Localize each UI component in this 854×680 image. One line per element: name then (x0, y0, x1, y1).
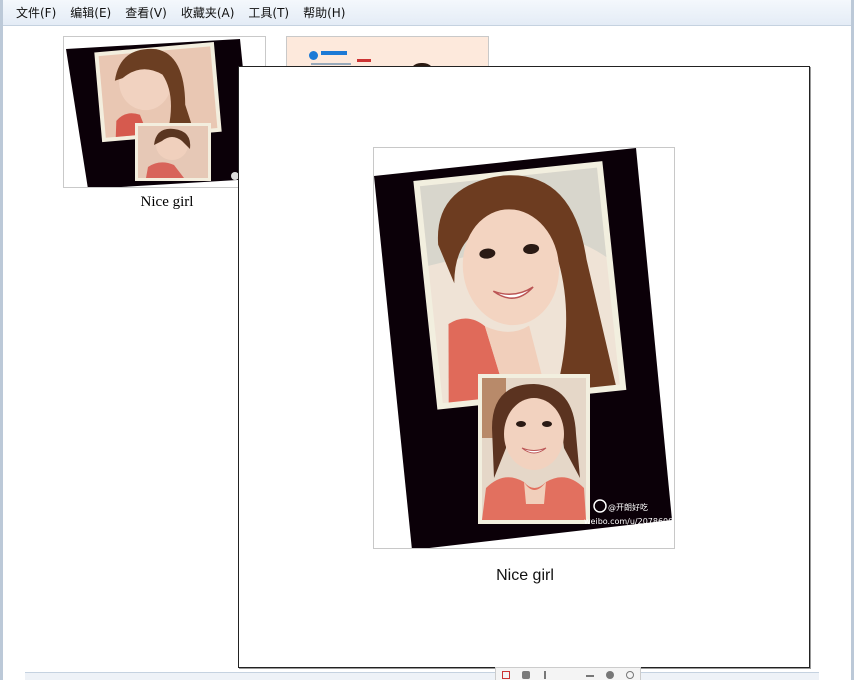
menu-bar: 文件(F) 编辑(E) 查看(V) 收藏夹(A) 工具(T) 帮助(H) (3, 0, 851, 26)
logo-subtitle-mark (311, 63, 351, 65)
menu-view[interactable]: 查看(V) (118, 1, 174, 24)
watermark-url: weibo.com/u/2078600627 (584, 517, 675, 526)
photo-collage-thumbnail (66, 39, 254, 187)
image-preview-popup[interactable]: @开朗好吃 weibo.com/u/2078600627 Nice girl (238, 66, 810, 668)
bank-logo-icon (309, 51, 318, 60)
status-bar (25, 672, 819, 680)
menu-edit[interactable]: 编辑(E) (63, 1, 118, 24)
status-icon-tray (495, 667, 641, 680)
refresh-icon[interactable] (626, 671, 634, 679)
browser-window: 文件(F) 编辑(E) 查看(V) 收藏夹(A) 工具(T) 帮助(H) Nic… (0, 0, 854, 680)
menu-file[interactable]: 文件(F) (9, 1, 63, 24)
red-text-mark (357, 59, 371, 62)
arrow-icon[interactable] (544, 671, 552, 679)
watermark-name: @开朗好吃 (608, 502, 648, 512)
menu-favorites[interactable]: 收藏夹(A) (174, 1, 242, 24)
zoom-icon[interactable] (522, 671, 530, 679)
minus-icon[interactable] (586, 675, 594, 680)
thumbnail-image[interactable] (63, 36, 266, 188)
preview-caption: Nice girl (496, 567, 554, 584)
page-icon[interactable] (502, 671, 510, 679)
preview-image-frame[interactable]: @开朗好吃 weibo.com/u/2078600627 (373, 147, 675, 549)
dot-icon[interactable] (606, 671, 614, 679)
thumbnail-caption[interactable]: Nice girl (67, 194, 267, 211)
menu-tools[interactable]: 工具(T) (241, 1, 296, 24)
page-content: Nice girl @开朗好吃 weibo.com/u/2078600 Nice… (3, 26, 851, 672)
menu-help[interactable]: 帮助(H) (296, 1, 352, 24)
photo-collage-image: @开朗好吃 weibo.com/u/2078600627 (374, 148, 675, 548)
logo-text-mark (321, 51, 347, 55)
